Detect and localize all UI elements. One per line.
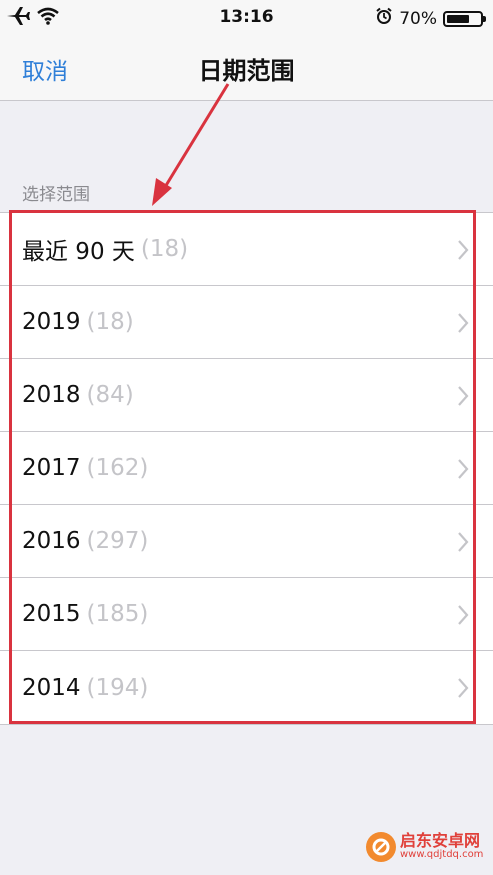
row-label: 2016	[22, 528, 81, 554]
row-label: 2017	[22, 455, 81, 481]
row-count: (162)	[86, 455, 149, 481]
status-right: 70%	[375, 7, 486, 30]
watermark-name: 启东安卓网	[400, 831, 481, 851]
chevron-right-icon	[457, 312, 469, 338]
chevron-right-icon	[457, 604, 469, 630]
page-title: 日期范围	[198, 57, 295, 85]
row-label: 2015	[22, 601, 81, 627]
date-range-list: 最近 90 天 (18) 2019 (18) 2018 (84) 2017 (1…	[0, 212, 493, 725]
chevron-right-icon	[457, 385, 469, 411]
row-count: (18)	[86, 309, 134, 335]
list-item[interactable]: 2017 (162)	[0, 432, 493, 505]
row-count: (297)	[86, 528, 149, 554]
row-label: 2019	[22, 309, 81, 335]
watermark: 启东安卓网 www.qdjtdq.com	[366, 832, 483, 862]
chevron-right-icon	[457, 531, 469, 557]
alarm-icon	[375, 7, 393, 30]
chevron-right-icon	[457, 677, 469, 703]
navigation-bar: 取消 日期范围	[0, 36, 493, 101]
section-header: 选择范围	[22, 185, 90, 205]
row-label: 2014	[22, 674, 81, 701]
watermark-url: www.qdjtdq.com	[400, 849, 484, 861]
list-item[interactable]: 最近 90 天 (18)	[0, 213, 493, 286]
row-count: (185)	[86, 601, 149, 627]
row-label: 2018	[22, 382, 81, 408]
status-bar: 13:16 70%	[0, 0, 493, 36]
list-item[interactable]: 2018 (84)	[0, 359, 493, 432]
list-item[interactable]: 2019 (18)	[0, 286, 493, 359]
row-count: (84)	[86, 382, 134, 408]
row-count: (18)	[140, 236, 189, 262]
list-item[interactable]: 2014 (194)	[0, 651, 493, 724]
battery-icon	[443, 10, 486, 27]
battery-percent: 70%	[399, 8, 437, 29]
list-item[interactable]: 2016 (297)	[0, 505, 493, 578]
chevron-right-icon	[457, 239, 469, 265]
row-label: 最近 90 天	[22, 239, 135, 265]
watermark-logo-icon	[366, 832, 396, 862]
row-count: (194)	[86, 674, 149, 701]
chevron-right-icon	[457, 458, 469, 484]
list-item[interactable]: 2015 (185)	[0, 578, 493, 651]
